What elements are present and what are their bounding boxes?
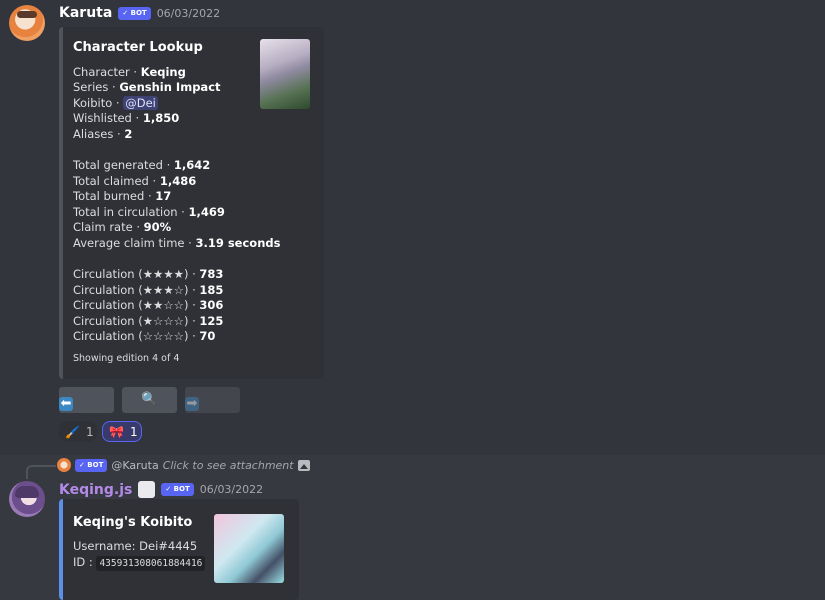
message-header: Keqing.js ✓ BOT 06/03/2022	[59, 481, 263, 498]
reply-reference[interactable]: ✓ BOT @Karuta Click to see attachment	[57, 458, 310, 472]
server-emote-icon	[138, 481, 156, 498]
karuta-message: Karuta ✓ BOT 06/03/2022 Character Lookup…	[0, 0, 825, 455]
next-button[interactable]: ➡	[185, 387, 240, 413]
reaction-ribbon[interactable]: 🎀 1	[102, 421, 142, 442]
character-lookup-embed: Character Lookup Character · Keqing Seri…	[59, 27, 324, 379]
circulation-row: Circulation (★★★★) · 783	[73, 267, 224, 281]
circulation-row: Circulation (★★★☆) · 185	[73, 283, 224, 297]
karuta-avatar[interactable]	[9, 5, 45, 41]
id-row: ID : 435931308061884416	[73, 555, 206, 571]
stat-row: Total generated · 1,642	[73, 158, 211, 172]
embed-title: Character Lookup	[73, 40, 203, 55]
reaction-count: 1	[85, 424, 94, 439]
reaction-count: 1	[129, 424, 138, 439]
reply-avatar	[57, 458, 71, 472]
image-icon	[297, 459, 310, 471]
timestamp: 06/03/2022	[156, 6, 221, 20]
paintbrush-icon: 🖌️	[65, 424, 80, 439]
aliases-row: Aliases · 2	[73, 127, 133, 141]
left-arrow-icon: ⬅	[59, 396, 73, 411]
search-button[interactable]: 🔍	[122, 387, 177, 413]
stat-row: Total in circulation · 1,469	[73, 205, 225, 219]
stat-row: Total claimed · 1,486	[73, 174, 197, 188]
user-mention[interactable]: @Dei	[123, 96, 158, 110]
username-row: Username: Dei#4445	[73, 539, 198, 553]
stat-row: Total burned · 17	[73, 189, 172, 203]
character-thumbnail[interactable]	[260, 39, 310, 109]
timestamp: 06/03/2022	[199, 483, 264, 496]
wishlisted-row: Wishlisted · 1,850	[73, 111, 180, 125]
username[interactable]: Keqing.js	[59, 482, 132, 498]
stat-row: Claim rate · 90%	[73, 220, 172, 234]
koibito-row: Koibito · @Dei	[73, 96, 158, 110]
series-row: Series · Genshin Impact	[73, 80, 221, 94]
embed-title: Keqing's Koibito	[73, 515, 193, 530]
reply-text[interactable]: Click to see attachment	[163, 459, 294, 472]
koibito-thumbnail[interactable]	[214, 514, 284, 583]
user-id-code: 435931308061884416	[96, 556, 206, 571]
circulation-row: Circulation (☆☆☆☆) · 70	[73, 329, 216, 343]
right-arrow-icon: ➡	[185, 396, 199, 411]
keqing-avatar[interactable]	[9, 481, 45, 517]
username[interactable]: Karuta	[59, 5, 112, 21]
reply-username[interactable]: @Karuta	[111, 459, 158, 472]
character-row: Character · Keqing	[73, 65, 186, 79]
previous-button[interactable]: ⬅	[59, 387, 114, 413]
reply-connector	[26, 465, 56, 479]
stat-row: Average claim time · 3.19 seconds	[73, 236, 281, 250]
ribbon-icon: 🎀	[109, 424, 124, 439]
embed-footer: Showing edition 4 of 4	[73, 353, 180, 364]
circulation-row: Circulation (★☆☆☆) · 125	[73, 314, 224, 328]
koibito-embed: Keqing's Koibito Username: Dei#4445 ID :…	[59, 499, 299, 600]
bot-badge: ✓ BOT	[75, 458, 108, 472]
circulation-row: Circulation (★★☆☆) · 306	[73, 298, 224, 312]
bot-badge: ✓ BOT	[118, 6, 151, 20]
reaction-paintbrush[interactable]: 🖌️ 1	[59, 421, 97, 442]
bot-badge: ✓ BOT	[161, 483, 194, 496]
message-header: Karuta ✓ BOT 06/03/2022	[59, 5, 220, 21]
magnifier-icon: 🔍	[141, 392, 158, 407]
